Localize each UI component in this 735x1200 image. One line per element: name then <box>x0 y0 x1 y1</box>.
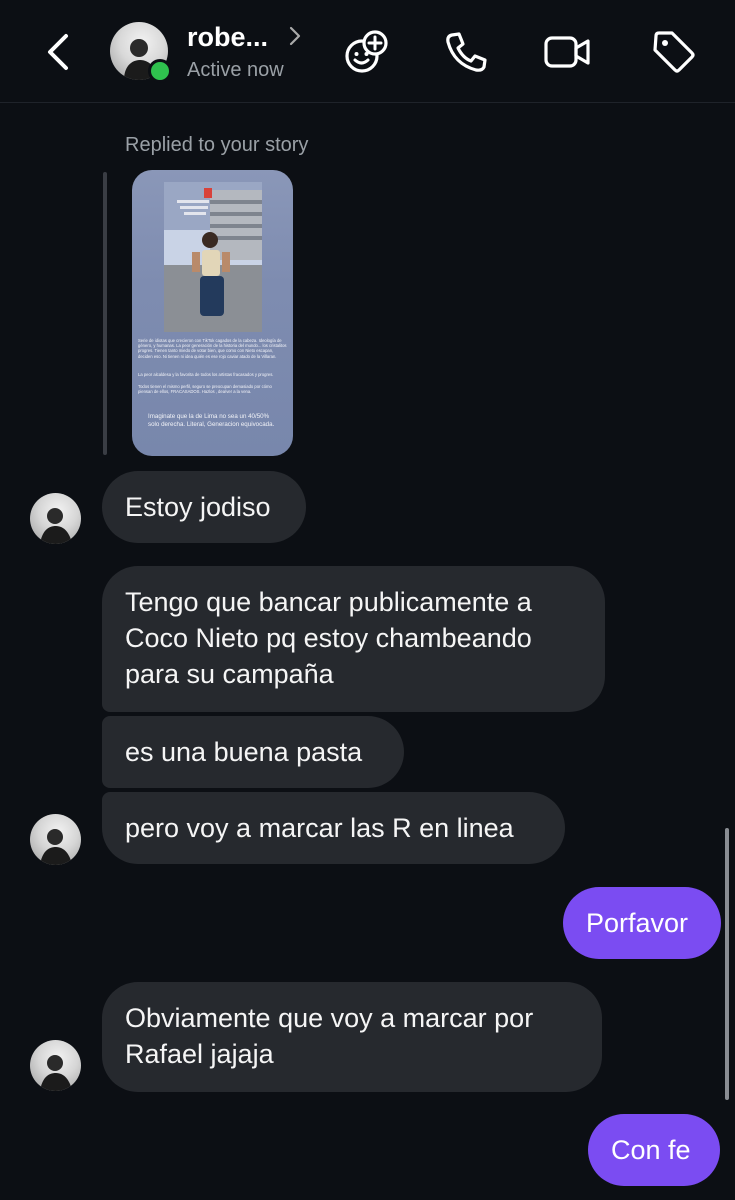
tag-icon[interactable] <box>650 28 698 76</box>
avatar[interactable] <box>30 493 81 544</box>
avatar[interactable] <box>30 1040 81 1091</box>
chat-header: robe... Active now <box>0 0 735 103</box>
message-text: Con fe <box>611 1135 691 1165</box>
active-status: Active now <box>187 59 284 81</box>
online-indicator <box>148 59 172 83</box>
phone-icon[interactable] <box>442 28 490 76</box>
message-bubble[interactable]: pero voy a marcar las R en linea <box>102 792 565 864</box>
story-reply-label: Replied to your story <box>125 134 309 156</box>
story-text: Serie de idiotas que crecieron con TikTo… <box>138 338 287 359</box>
contact-name[interactable]: robe... <box>187 22 268 53</box>
story-preview[interactable]: Serie de idiotas que crecieron con TikTo… <box>132 170 293 456</box>
story-caption: Imaginate que la de Lima no sea un 40/50… <box>148 413 275 428</box>
message-bubble[interactable]: Tengo que bancar publicamente a Coco Nie… <box>102 566 605 712</box>
message-text: para su campaña <box>125 659 334 689</box>
sent-message-bubble[interactable]: Porfavor <box>563 887 721 959</box>
chevron-right-icon[interactable] <box>287 24 303 48</box>
message-bubble[interactable]: Obviamente que voy a marcar por Rafael j… <box>102 982 602 1092</box>
story-text: Todos tienen el mismo perfil, seguro se … <box>138 384 272 395</box>
message-text: Rafael jajaja <box>125 1039 274 1069</box>
sticker-add-icon[interactable] <box>342 28 390 76</box>
scrollbar[interactable] <box>725 828 729 1100</box>
video-icon[interactable] <box>543 28 591 76</box>
message-text: Estoy jodiso <box>125 492 271 522</box>
message-text: es una buena pasta <box>125 737 363 767</box>
message-bubble[interactable]: Estoy jodiso <box>102 471 306 543</box>
message-bubble[interactable]: es una buena pasta <box>102 716 404 788</box>
avatar[interactable] <box>30 814 81 865</box>
message-text: pero voy a marcar las R en linea <box>125 813 514 843</box>
story-text: La peor alcaldesa y la favorita de todos… <box>138 372 274 377</box>
back-arrow-icon[interactable] <box>40 30 80 74</box>
message-text: Tengo que bancar publicamente a <box>125 587 532 617</box>
message-text: Porfavor <box>586 908 689 938</box>
reply-indicator-bar <box>103 172 107 455</box>
message-text: Coco Nieto pq estoy chambeando <box>125 623 532 653</box>
message-text: Obviamente que voy a marcar por <box>125 1003 534 1033</box>
sent-message-bubble[interactable]: Con fe <box>588 1114 720 1186</box>
